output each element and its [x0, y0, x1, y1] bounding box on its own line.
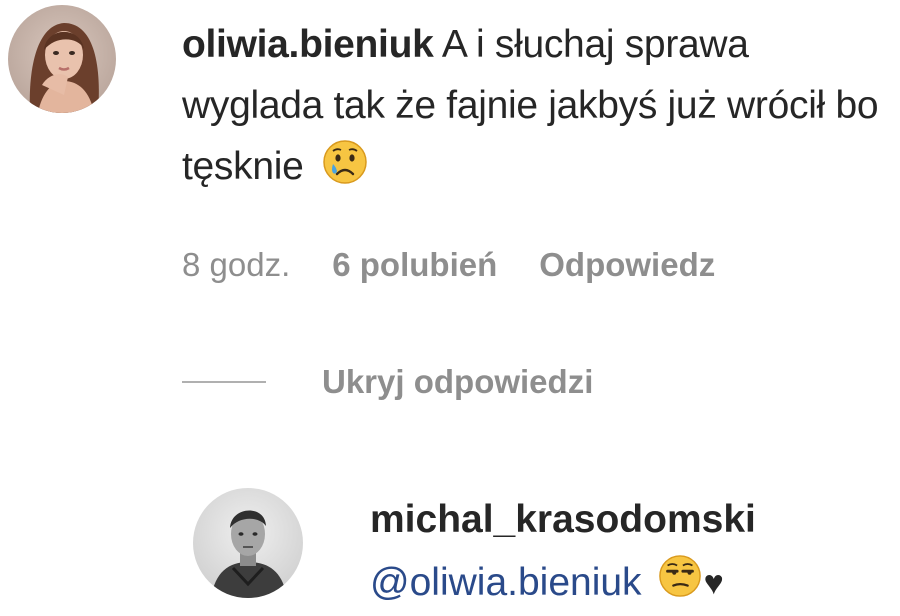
comment-username[interactable]: oliwia.bieniuk	[182, 23, 434, 66]
comment-meta: 8 godz. 6 polubień Odpowiedz	[182, 243, 715, 287]
comment-timestamp: 8 godz.	[182, 246, 291, 283]
comment-thread: oliwia.bieniuk A i słuchaj sprawa wyglad…	[0, 0, 900, 616]
comment-likes-link[interactable]: 6 polubień	[332, 246, 497, 284]
reply-button[interactable]: Odpowiedz	[539, 246, 715, 284]
avatar-oliwia[interactable]	[8, 5, 116, 113]
avatar-photo-icon	[8, 5, 116, 113]
comment-body: oliwia.bieniuk A i słuchaj sprawa wyglad…	[182, 14, 892, 203]
avatar-michal[interactable]	[193, 488, 303, 598]
avatar-photo-icon	[193, 488, 303, 598]
heart-icon: ♥	[703, 563, 724, 602]
hide-replies-toggle[interactable]: Ukryj odpowiedzi	[182, 360, 593, 404]
reply-username[interactable]: michal_krasodomski	[370, 498, 756, 542]
divider-line	[182, 381, 266, 383]
reply-body: @oliwia.bieniuk ♥	[370, 554, 724, 611]
crying-face-icon	[322, 139, 368, 203]
hide-replies-label[interactable]: Ukryj odpowiedzi	[322, 363, 593, 401]
unamused-face-icon	[658, 554, 702, 611]
mention-link[interactable]: @oliwia.bieniuk	[370, 558, 642, 608]
